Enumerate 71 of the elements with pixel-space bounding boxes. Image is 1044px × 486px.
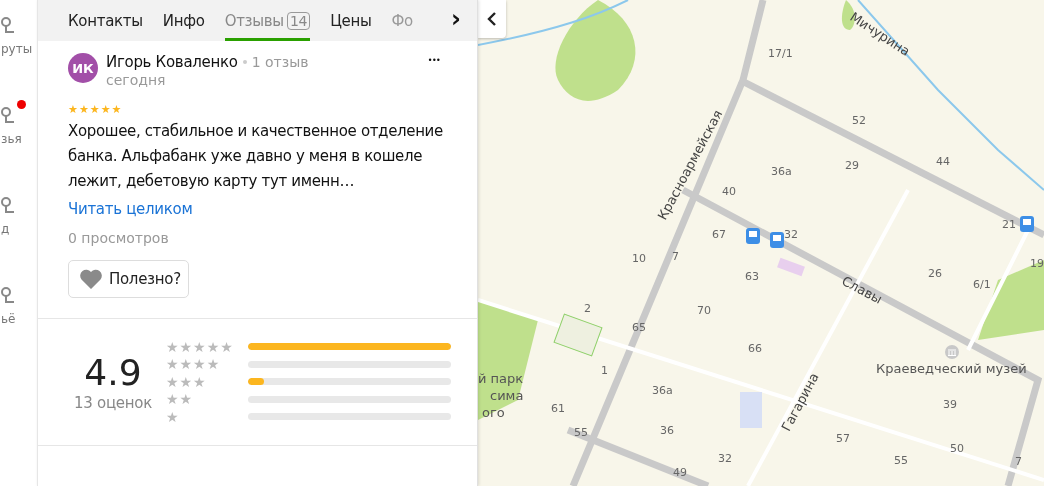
chevron-left-icon bbox=[487, 12, 497, 26]
star-icon: ★ bbox=[78, 104, 89, 115]
park-label: й парк bbox=[478, 371, 524, 386]
separator-dot bbox=[242, 60, 247, 64]
views-count: 0 просмотров bbox=[68, 230, 169, 246]
house-number-label: 70 bbox=[697, 304, 711, 317]
house-number-label: 61 bbox=[551, 402, 565, 415]
review-text: Хорошее, стабильное и качественное отделение банка. Альфабанк уже давно у меня в кошеле лежит, дебетовую карту тут именн… bbox=[68, 121, 444, 192]
house-number-label: 17/1 bbox=[768, 47, 793, 60]
star-rating-label: ★ bbox=[166, 409, 180, 424]
house-number-label: 63 bbox=[745, 270, 759, 283]
house-number-label: 7 bbox=[672, 250, 679, 263]
house-number-label: 44 bbox=[936, 155, 950, 168]
house-number-label: 67 bbox=[712, 228, 726, 241]
house-number-label: 40 bbox=[722, 185, 736, 198]
house-number-label: 26 bbox=[928, 267, 942, 280]
tab[interactable]: Контакты bbox=[68, 3, 143, 41]
author-review-count: 1 отзыв bbox=[251, 54, 309, 70]
museum-label: Краеведческий музей bbox=[876, 361, 1027, 376]
house-number-label: 6/1 bbox=[973, 278, 991, 291]
house-number-label: 36а bbox=[652, 384, 673, 397]
house-number-label: 36а bbox=[771, 165, 792, 178]
star-rating-label: ★★ bbox=[166, 392, 194, 407]
collapse-panel-button[interactable] bbox=[478, 0, 506, 38]
rating-count: 13 оценок bbox=[74, 393, 152, 412]
house-number-label: 32 bbox=[784, 228, 798, 241]
bus-stop-icon bbox=[770, 232, 784, 248]
house-number-label: 52 bbox=[852, 114, 866, 127]
review-date: сегодня bbox=[106, 72, 167, 88]
house-number-label: 50 bbox=[950, 442, 964, 455]
bus-stop-icon bbox=[1020, 216, 1034, 232]
star-rating-label: ★★★★ bbox=[166, 357, 221, 372]
house-number-label: 29 bbox=[845, 159, 859, 172]
star-icon: ★ bbox=[100, 104, 111, 115]
house-number-label: 55 bbox=[894, 454, 908, 467]
tab[interactable]: Цены bbox=[330, 3, 372, 41]
house-number-label: 55 bbox=[574, 426, 588, 439]
more-menu-button[interactable]: ••• bbox=[426, 53, 443, 67]
review-count-badge: 14 bbox=[286, 11, 311, 30]
star-icon: ★ bbox=[89, 104, 100, 115]
house-number-label: 32 bbox=[718, 452, 732, 465]
star-icon: ★ bbox=[68, 104, 78, 115]
house-number-label: 49 bbox=[673, 466, 687, 479]
sidebar-item-label[interactable]: д bbox=[1, 222, 10, 236]
rating-score: 4.9 bbox=[84, 351, 142, 394]
house-number-label: 10 bbox=[632, 252, 646, 265]
house-number-label: 39 bbox=[943, 398, 957, 411]
house-number-label: 21 bbox=[1002, 218, 1016, 231]
building-block bbox=[777, 257, 805, 277]
house-number-label: 57 bbox=[836, 432, 850, 445]
house-number-label: 65 bbox=[632, 321, 646, 334]
sidebar-item-label[interactable]: ьё bbox=[1, 312, 16, 326]
house-number-label: 1 bbox=[601, 364, 608, 377]
heart-icon bbox=[79, 268, 103, 290]
bus-stop-icon bbox=[746, 228, 760, 244]
house-number-label: 36 bbox=[660, 424, 674, 437]
sidebar-item-label[interactable]: руты bbox=[1, 42, 33, 56]
read-more-link[interactable]: Читать целиком bbox=[68, 200, 193, 218]
avatar: ИК bbox=[68, 53, 98, 83]
building-block bbox=[740, 392, 762, 428]
star-icon: ★ bbox=[111, 104, 122, 115]
house-number-label: 66 bbox=[748, 342, 762, 355]
house-number-label: 2 bbox=[584, 302, 591, 315]
museum-icon bbox=[945, 345, 959, 359]
tab[interactable]: Инфо bbox=[162, 3, 205, 41]
star-rating-label: ★★★ bbox=[166, 374, 207, 389]
house-number-label: 7 bbox=[1015, 455, 1022, 468]
author-name[interactable]: Игорь Коваленко bbox=[106, 53, 238, 71]
star-rating-label: ★★★★★ bbox=[166, 339, 234, 354]
sidebar-item-label[interactable]: зья bbox=[1, 132, 22, 146]
helpful-button[interactable]: Полезно? bbox=[68, 260, 189, 298]
